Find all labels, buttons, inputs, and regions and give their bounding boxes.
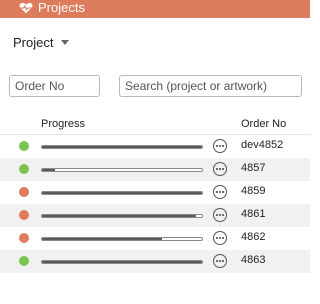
order-no-cell: 4861	[241, 208, 266, 220]
table-row[interactable]: 4859	[0, 181, 310, 204]
progress-bar	[41, 237, 203, 241]
progress-bar-fill	[42, 146, 202, 148]
progress-bar	[41, 145, 203, 149]
status-dot	[19, 210, 29, 220]
table-row[interactable]: 4861	[0, 204, 310, 227]
status-dot	[19, 233, 29, 243]
progress-bar-fill	[42, 169, 55, 171]
order-no-input[interactable]	[9, 75, 100, 97]
progress-bar	[41, 260, 203, 264]
order-no-cell: 4863	[241, 254, 266, 266]
progress-bar-fill	[42, 192, 202, 194]
status-dot	[19, 164, 29, 174]
progress-bar-fill	[42, 238, 162, 240]
table-row[interactable]: dev4852	[0, 135, 310, 158]
progress-bar	[41, 214, 203, 218]
table-row[interactable]: 4862	[0, 227, 310, 250]
progress-bar	[41, 168, 203, 172]
project-filter-label: Project	[13, 34, 54, 50]
status-dot	[19, 256, 29, 266]
more-options-icon[interactable]	[213, 185, 227, 199]
more-options-icon[interactable]	[213, 254, 227, 268]
progress-bar-fill	[42, 261, 202, 263]
order-no-cell: 4857	[241, 162, 266, 174]
column-header-progress: Progress	[41, 118, 86, 130]
more-options-icon[interactable]	[213, 139, 227, 153]
more-options-icon[interactable]	[213, 231, 227, 245]
app-header: Projects	[0, 0, 310, 18]
projects-app: Projects Project Progress Order No dev48…	[0, 0, 310, 304]
progress-bar-fill	[42, 215, 196, 217]
order-no-cell: 4862	[241, 231, 266, 243]
table-row[interactable]: 4857	[0, 158, 310, 181]
status-dot	[19, 141, 29, 151]
status-dot	[19, 187, 29, 197]
table-row[interactable]: 4863	[0, 250, 310, 273]
search-input[interactable]	[119, 75, 302, 97]
table-header: Progress Order No	[0, 116, 310, 135]
more-options-icon[interactable]	[213, 208, 227, 222]
heart-pulse-icon	[19, 2, 33, 14]
project-filter-dropdown[interactable]: Project	[13, 33, 70, 51]
order-no-cell: dev4852	[241, 139, 284, 151]
progress-bar	[41, 191, 203, 195]
page-title: Projects	[38, 0, 85, 15]
more-options-icon[interactable]	[213, 162, 227, 176]
order-no-cell: 4859	[241, 185, 266, 197]
column-header-order-no: Order No	[241, 118, 287, 130]
caret-down-icon	[61, 39, 70, 45]
